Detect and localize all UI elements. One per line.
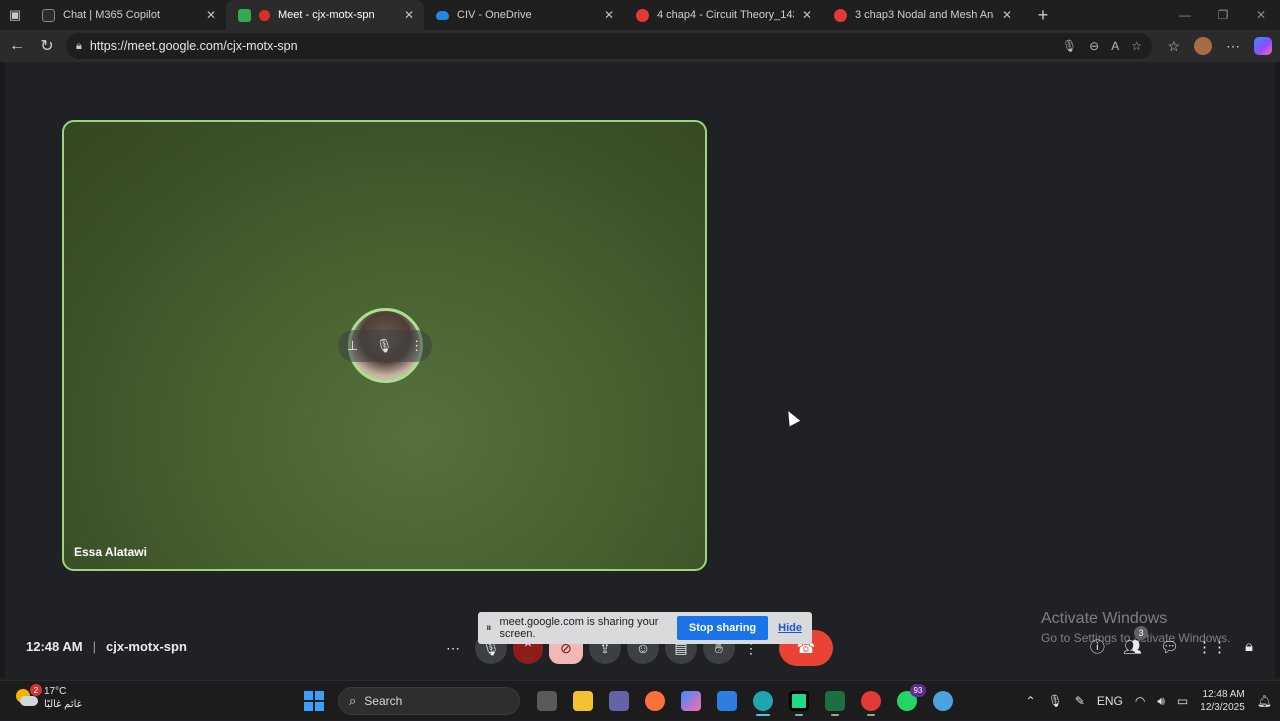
new-tab-button[interactable]: + [1030,2,1056,28]
meeting-separator: | [92,639,96,654]
tab-chap3[interactable]: 3 chap3 Nodal and Mesh Analysis ✕ [822,0,1022,30]
reload-button[interactable]: ↻ [32,32,62,60]
whatsapp-icon[interactable]: 93 [892,684,926,716]
tile-hover-controls: ⊥ 🎙︎ ⋮ [338,330,432,362]
favorites-icon[interactable]: ☆ [1167,38,1180,55]
taskbar-search[interactable]: ⌕ Search [338,687,520,715]
taskbar-clock[interactable]: 12:48 AM 12/3/2025 [1200,688,1245,714]
pdf-icon [636,8,649,22]
favorite-star-icon[interactable]: ☆ [1131,39,1142,53]
battery-icon[interactable]: ▭ [1177,694,1188,708]
tab-copilot[interactable]: Chat | M365 Copilot ✕ [30,0,226,30]
side-panel-controls: ⓘ 👥︎ 3 💬︎ ⋮⋮ 🔒︎ [1090,625,1253,657]
meet-stage: ⊥ 🎙︎ ⋮ Essa Alatawi Activate Windows Go … [0,62,1280,678]
onedrive-icon [436,10,449,20]
chat-icon[interactable]: 💬︎ [1160,638,1179,656]
meet-icon [238,8,251,22]
profile-avatar[interactable] [1194,37,1212,55]
copilot-icon[interactable] [1254,37,1272,55]
close-tab-icon[interactable]: ✕ [1002,8,1012,22]
pin-icon[interactable]: ⊥ [347,338,358,354]
browser-tab-bar: ▣ Chat | M365 Copilot ✕ Meet - cjx-motx-… [0,0,1280,30]
search-icon: ⌕ [349,693,357,708]
stop-sharing-button[interactable]: Stop sharing [676,616,769,640]
notifications-icon[interactable]: 🔔︎ [1257,694,1272,708]
microphone-tray-icon[interactable]: 🎙︎ [1048,694,1063,708]
show-hidden-icons[interactable]: ⌃ [1026,694,1036,708]
meeting-code: cjx-motx-spn [106,639,187,654]
participant-name: Essa Alatawi [74,545,147,559]
start-button[interactable] [304,691,324,711]
meeting-time: 12:48 AM [26,639,83,654]
teams-icon[interactable] [604,686,634,716]
drag-handle-icon[interactable]: ⏸︎ [486,622,492,635]
pycharm-icon[interactable] [784,686,814,716]
maximize-icon[interactable]: ❐ [1204,0,1242,30]
read-aloud-icon[interactable]: A [1111,39,1119,53]
people-count-badge: 3 [1133,625,1148,640]
window-controls: — ❐ ✕ [1166,0,1280,30]
participant-tile[interactable]: ⊥ 🎙︎ ⋮ Essa Alatawi [62,120,707,571]
close-window-icon[interactable]: ✕ [1242,0,1280,30]
edge-icon[interactable] [748,686,778,716]
mic-in-use-icon[interactable]: 🎙︎ [1062,39,1077,53]
firefox-icon[interactable] [640,686,670,716]
back-button[interactable]: ← [2,32,32,60]
host-controls-icon[interactable]: 🔒︎ [1245,638,1253,655]
file-explorer-icon[interactable] [568,686,598,716]
windows-taskbar: 2 17°C غائم غالبًا ⌕ Search 93 ⌃ 🎙︎ ✎ EN… [0,680,1280,720]
hide-banner-link[interactable]: Hide [778,622,802,634]
address-bar-row: ← ↻ 🔒︎ https://meet.google.com/cjx-motx-… [0,30,1280,62]
close-tab-icon[interactable]: ✕ [802,8,812,22]
wifi-icon[interactable]: ◠ [1135,694,1145,708]
copilot-taskbar-icon[interactable] [676,686,706,716]
weather-icon: 2 [14,684,42,709]
mute-participant-icon[interactable]: 🎙︎ [376,338,393,354]
address-bar[interactable]: 🔒︎ https://meet.google.com/cjx-motx-spn … [66,33,1152,59]
pen-icon[interactable]: ✎ [1075,694,1085,708]
more-options-icon[interactable]: ⋮ [410,338,423,354]
zoom-icon[interactable]: ⊖ [1089,39,1099,53]
screen-share-banner: ⏸︎ meet.google.com is sharing your scree… [478,612,812,644]
language-indicator[interactable]: ENG [1097,694,1123,708]
copilot-chat-icon [42,8,55,22]
pdf-icon [834,8,847,22]
globe-app-icon[interactable] [928,686,958,716]
tab-actions-icon[interactable]: ▣ [0,0,30,30]
close-tab-icon[interactable]: ✕ [206,8,216,22]
close-tab-icon[interactable]: ✕ [404,8,414,22]
task-view-icon[interactable] [532,686,562,716]
store-icon[interactable] [712,686,742,716]
site-info-icon[interactable]: 🔒︎ [76,40,82,53]
recording-icon [259,9,270,21]
close-tab-icon[interactable]: ✕ [604,8,614,22]
volume-icon[interactable]: 🔊︎ [1157,694,1165,709]
tab-chap4[interactable]: 4 chap4 - Circuit Theory_1430c16 ✕ [624,0,822,30]
more-controls-button[interactable]: ⋯ [437,632,469,664]
tab-meet[interactable]: Meet - cjx-motx-spn ✕ [226,0,424,30]
pdf-reader-icon[interactable] [856,686,886,716]
activities-icon[interactable]: ⋮⋮ [1197,638,1227,656]
tab-onedrive[interactable]: CIV - OneDrive ✕ [424,0,624,30]
meeting-info-icon[interactable]: ⓘ [1090,636,1105,657]
excel-icon[interactable] [820,686,850,716]
weather-widget[interactable]: 2 17°C غائم غالبًا [14,684,82,711]
system-tray: ⌃ 🎙︎ ✎ ENG ◠ 🔊︎ ▭ 12:48 AM 12/3/2025 🔔︎ [1026,681,1273,721]
minimize-icon[interactable]: — [1166,0,1204,30]
meeting-details: 12:48 AM | cjx-motx-spn [26,639,187,654]
people-button[interactable]: 👥︎ 3 [1123,625,1148,656]
more-menu-icon[interactable]: ⋯ [1226,38,1240,55]
